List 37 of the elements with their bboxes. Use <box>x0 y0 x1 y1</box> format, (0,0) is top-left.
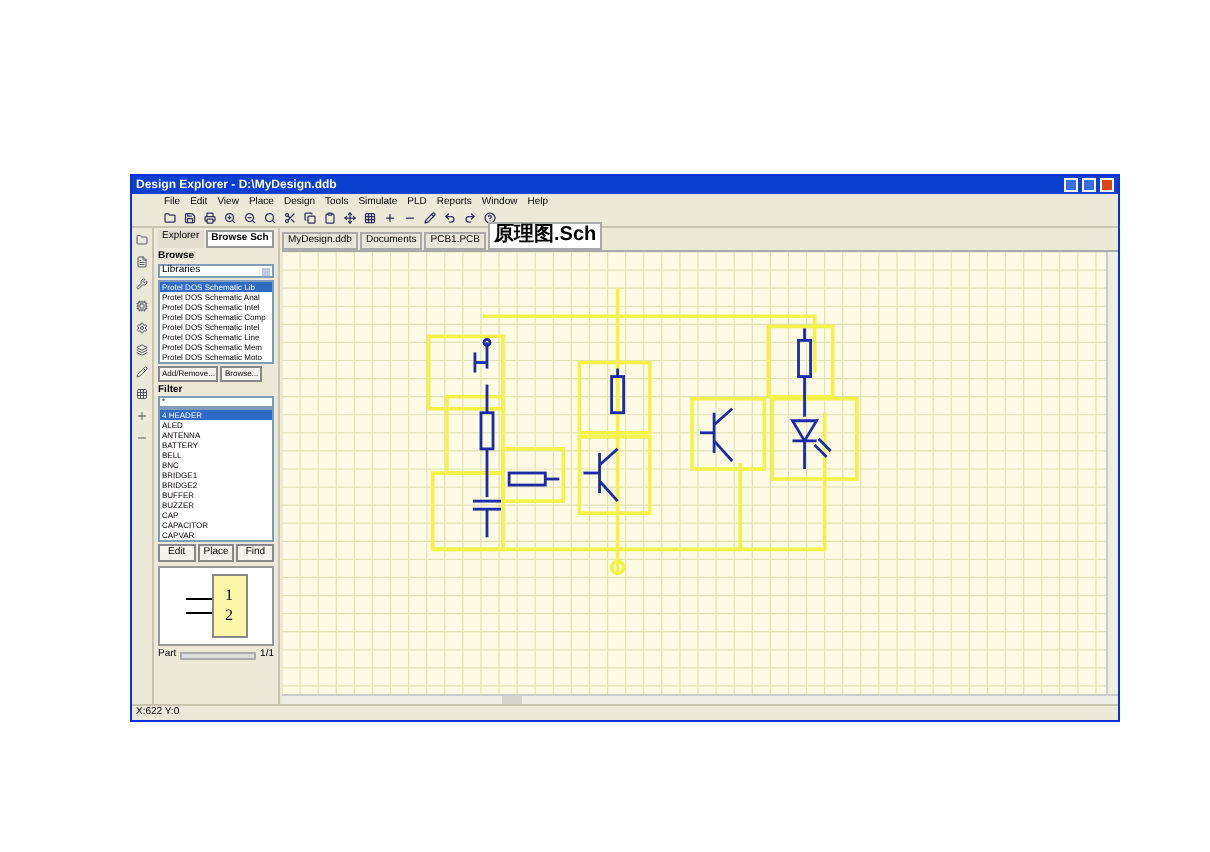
pin-line <box>185 612 213 614</box>
sidebar-tool-icon[interactable] <box>136 410 148 422</box>
toolbar-icon[interactable] <box>464 212 476 224</box>
toolbar-icon[interactable] <box>424 212 436 224</box>
toolbar-icon[interactable] <box>224 212 236 224</box>
sidebar-tool-icon[interactable] <box>136 234 148 246</box>
horizontal-scrollbar[interactable] <box>282 694 1118 704</box>
pin-number: 1 <box>225 588 233 604</box>
sidebar-tool-icon[interactable] <box>136 322 148 334</box>
sidebar-tool-icon[interactable] <box>136 300 148 312</box>
toolbar-icon[interactable] <box>264 212 276 224</box>
scroll-thumb[interactable] <box>502 696 522 704</box>
sidebar-tool-icon[interactable] <box>136 388 148 400</box>
vertical-scrollbar[interactable] <box>1106 252 1118 694</box>
sidebar-tool-icon[interactable] <box>136 344 148 356</box>
document-tab[interactable]: 原理图.Sch <box>488 222 603 250</box>
toolbar-icon[interactable] <box>284 212 296 224</box>
toolbar-icon[interactable] <box>164 212 176 224</box>
toolbar-icon[interactable] <box>384 212 396 224</box>
close-button[interactable] <box>1100 178 1114 192</box>
toolbar-icon[interactable] <box>244 212 256 224</box>
toolbar-icon[interactable] <box>444 212 456 224</box>
toolbar-icon[interactable] <box>184 212 196 224</box>
toolbar-icon[interactable] <box>324 212 336 224</box>
toolbar-icon[interactable] <box>484 212 496 224</box>
maximize-button[interactable] <box>1082 178 1096 192</box>
toolbar-icon[interactable] <box>304 212 316 224</box>
toolbar-icon[interactable] <box>204 212 216 224</box>
sidebar-tool-icon[interactable] <box>136 256 148 268</box>
pin-number: 2 <box>225 608 233 624</box>
toolbar-icon[interactable] <box>364 212 376 224</box>
toolbar-icon[interactable] <box>404 212 416 224</box>
minimize-button[interactable] <box>1064 178 1078 192</box>
sidebar-tool-icon[interactable] <box>136 366 148 378</box>
toolbar-icon[interactable] <box>344 212 356 224</box>
pin-line <box>185 598 213 600</box>
sidebar-tool-icon[interactable] <box>136 278 148 290</box>
